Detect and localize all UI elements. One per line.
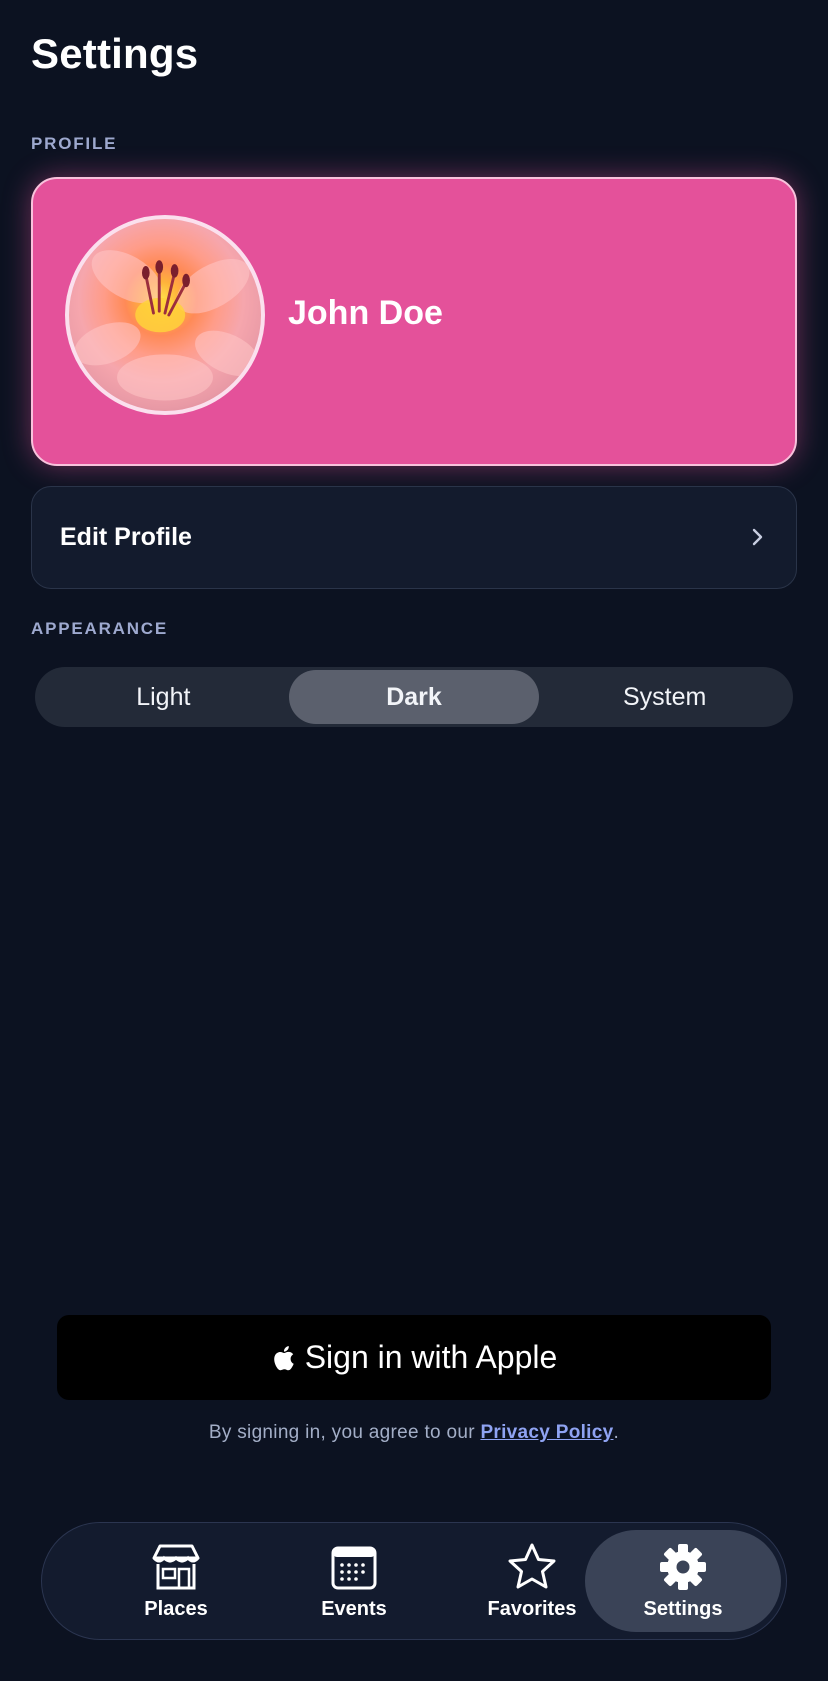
- star-icon: [508, 1543, 556, 1588]
- tab-places[interactable]: Places: [78, 1530, 274, 1632]
- gear-icon: [660, 1543, 706, 1590]
- chevron-right-icon: [752, 528, 763, 546]
- tab-settings[interactable]: Settings: [585, 1530, 781, 1632]
- appearance-segmented-control: Light Dark System: [35, 667, 793, 727]
- legal-prefix: By signing in, you agree to our: [208, 1422, 481, 1443]
- flower-avatar: [74, 250, 260, 401]
- profile-name: John Doe: [288, 294, 443, 332]
- sign-in-button-label: Sign in with Apple: [304, 1339, 558, 1375]
- apple-logo-icon: [273, 1345, 294, 1370]
- edit-profile-row[interactable]: Edit Profile: [31, 486, 797, 589]
- profile-card[interactable]: John Doe: [31, 177, 797, 466]
- storefront-icon: [152, 1544, 200, 1589]
- tab-label-favorites: Favorites: [487, 1597, 577, 1620]
- page-title: Settings: [31, 30, 199, 77]
- appearance-option-light[interactable]: Light: [38, 670, 289, 724]
- legal-text: By signing in, you agree to our Privacy …: [0, 1422, 828, 1444]
- tab-bar: Places Events Favorites Settings: [41, 1522, 787, 1640]
- tab-events[interactable]: Events: [256, 1530, 452, 1632]
- tab-label-settings: Settings: [643, 1597, 723, 1620]
- privacy-policy-link[interactable]: Privacy Policy: [480, 1422, 613, 1443]
- profile-section-label: PROFILE: [31, 134, 118, 153]
- appearance-option-dark[interactable]: Dark: [288, 670, 540, 724]
- tab-label-places: Places: [144, 1597, 208, 1620]
- legal-suffix: .: [613, 1422, 620, 1443]
- appearance-option-system[interactable]: System: [539, 670, 790, 724]
- avatar[interactable]: [65, 215, 265, 415]
- sign-in-with-apple-button[interactable]: Sign in with Apple: [57, 1315, 771, 1400]
- calendar-icon: [331, 1546, 377, 1589]
- tab-label-events: Events: [321, 1597, 387, 1620]
- edit-profile-label: Edit Profile: [60, 523, 192, 551]
- appearance-section-label: APPEARANCE: [31, 619, 169, 638]
